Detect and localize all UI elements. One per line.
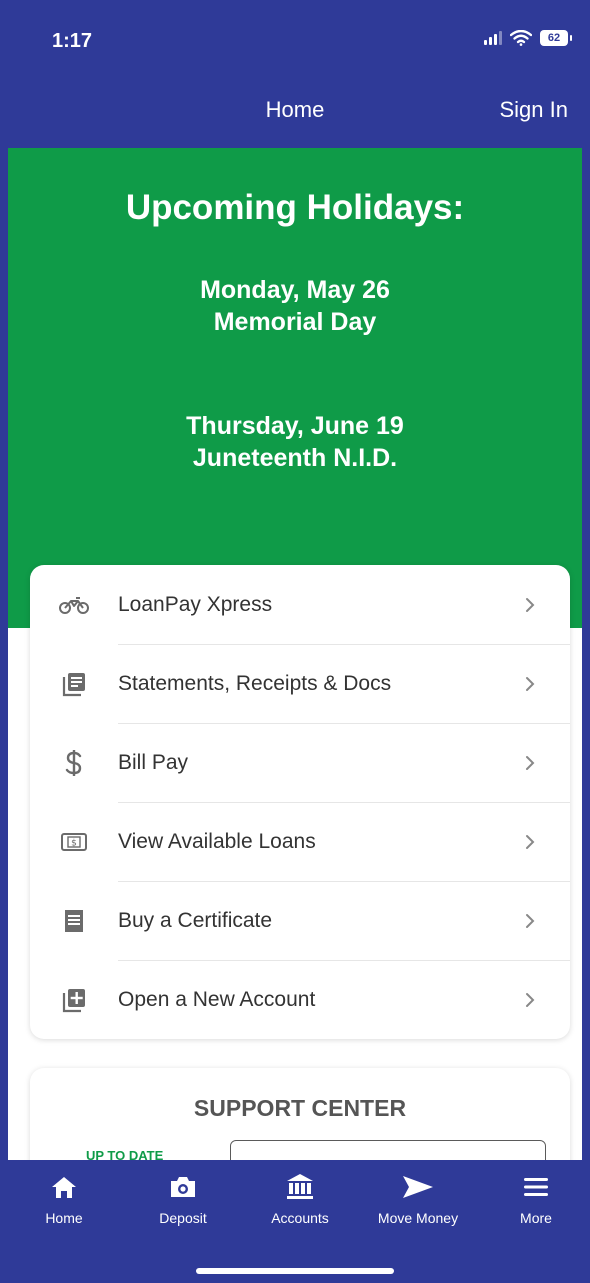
tab-label: Deposit (159, 1210, 207, 1226)
holiday-entry: Thursday, June 19 Juneteenth N.I.D. (0, 410, 590, 474)
menu-item-bill-pay[interactable]: Bill Pay (30, 723, 570, 802)
frame-border-right (582, 0, 590, 1283)
motorcycle-icon (30, 595, 118, 615)
menu-item-buy-certificate[interactable]: Buy a Certificate (30, 881, 570, 960)
chevron-right-icon (510, 833, 550, 851)
tab-label: Accounts (271, 1210, 329, 1226)
menu-item-open-account[interactable]: Open a New Account (30, 960, 570, 1039)
menu-item-label: View Available Loans (118, 829, 316, 853)
status-icons: 62 (484, 30, 572, 46)
holiday-date: Monday, May 26 (200, 276, 390, 304)
money-bill-icon: $ (30, 832, 118, 852)
status-time: 1:17 (52, 30, 93, 52)
menu-item-label: LoanPay Xpress (118, 592, 273, 616)
add-account-icon (30, 987, 118, 1013)
chevron-right-icon (510, 912, 550, 930)
dollar-icon (30, 749, 118, 777)
home-icon (14, 1170, 114, 1204)
menu-icon (486, 1170, 586, 1204)
cellular-signal-icon (484, 31, 502, 45)
banner-title: Upcoming Holidays: (125, 188, 465, 227)
app-screen: 1:17 62 Home Sign In Upcoming Holidays: … (0, 0, 590, 1283)
certificate-icon (30, 908, 118, 934)
holidays-banner: Upcoming Holidays: Monday, May 26 Memori… (0, 148, 590, 628)
sign-in-button[interactable]: Sign In (500, 97, 569, 123)
bottom-tab-bar: Home Deposit Accounts Move Money More (0, 1160, 590, 1283)
home-indicator (196, 1268, 394, 1274)
quick-links-card: LoanPay Xpress Statements, Receipts & Do… (30, 565, 570, 1039)
camera-icon (133, 1170, 233, 1204)
documents-icon (30, 671, 118, 697)
holiday-name: Memorial Day (213, 308, 377, 336)
chevron-right-icon (510, 675, 550, 693)
battery-icon: 62 (540, 30, 572, 46)
chevron-right-icon (510, 754, 550, 772)
support-title: SUPPORT CENTER (193, 1095, 407, 1121)
svg-text:$: $ (71, 838, 77, 848)
menu-item-label: Open a New Account (118, 987, 316, 1011)
chevron-right-icon (510, 991, 550, 1009)
chevron-right-icon (510, 596, 550, 614)
menu-item-statements[interactable]: Statements, Receipts & Docs (30, 644, 570, 723)
top-bar: 1:17 62 Home Sign In (0, 0, 590, 148)
holiday-name: Juneteenth N.I.D. (192, 444, 398, 472)
menu-item-label: Statements, Receipts & Docs (118, 671, 392, 695)
menu-item-view-loans[interactable]: $ View Available Loans (30, 802, 570, 881)
tab-label: Home (45, 1210, 83, 1226)
tab-accounts[interactable]: Accounts (250, 1170, 350, 1226)
tab-home[interactable]: Home (14, 1170, 114, 1226)
tab-label: Move Money (377, 1210, 459, 1226)
send-icon (368, 1170, 468, 1204)
bank-icon (250, 1170, 350, 1204)
wifi-icon (510, 30, 532, 46)
frame-border-left (0, 0, 8, 1283)
tab-label: More (520, 1210, 552, 1226)
menu-item-label: Bill Pay (118, 750, 189, 774)
menu-item-label: Buy a Certificate (118, 908, 273, 932)
tab-move-money[interactable]: Move Money (368, 1170, 468, 1226)
holiday-date: Thursday, June 19 (186, 412, 404, 440)
holiday-entry: Monday, May 26 Memorial Day (0, 274, 590, 338)
tab-more[interactable]: More (486, 1170, 586, 1226)
tab-deposit[interactable]: Deposit (133, 1170, 233, 1226)
menu-item-loanpay-xpress[interactable]: LoanPay Xpress (30, 565, 570, 644)
